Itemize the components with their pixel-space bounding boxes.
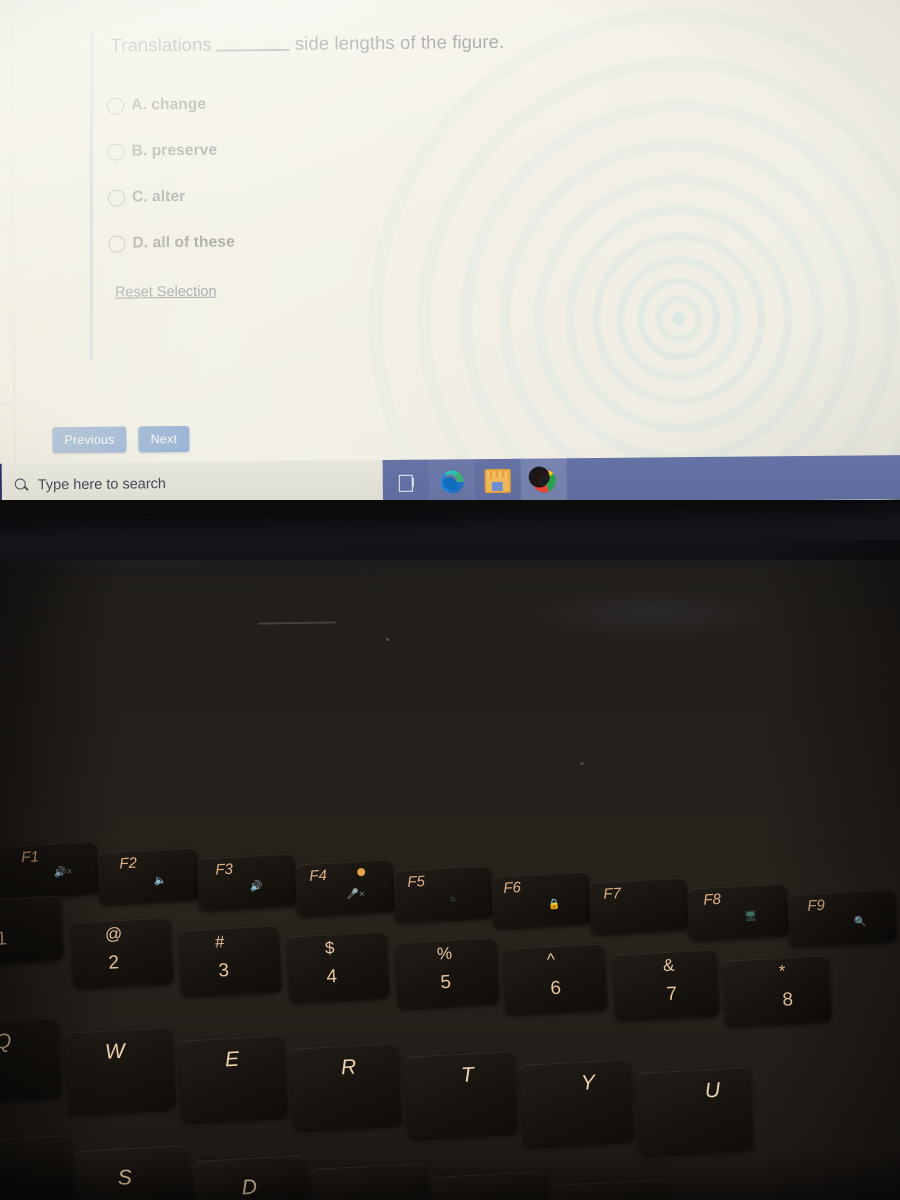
key-7[interactable]: & 7 [612, 949, 720, 1021]
deck-speck [580, 762, 584, 765]
mic-status-indicator [356, 867, 366, 877]
key-e[interactable]: E [177, 1035, 289, 1123]
key-f6[interactable]: F6 🔒 [490, 871, 592, 929]
microsoft-edge-icon [440, 469, 464, 494]
option-c-label: C. alter [131, 187, 186, 206]
search-placeholder: Type here to search [37, 476, 167, 494]
option-c[interactable]: C. alter [107, 187, 186, 207]
key-f3[interactable]: F3 🔊 [196, 853, 298, 911]
finger-shadow-overlay [528, 466, 550, 488]
quiz-navigation: Previous Next [52, 425, 190, 454]
volume-up-icon: 🔊 [249, 881, 264, 893]
key-f4[interactable]: F4 🎤× [294, 859, 396, 917]
deck-speck [386, 638, 389, 641]
key-4[interactable]: $ 4 [286, 931, 390, 1003]
google-chrome-button[interactable] [520, 458, 567, 503]
radio-button-c[interactable] [107, 189, 126, 207]
option-a[interactable]: A. change [107, 96, 206, 115]
question-suffix: side lengths of the figure. [294, 30, 505, 54]
next-button[interactable]: Next [138, 425, 190, 453]
key-y[interactable]: Y [519, 1059, 635, 1147]
answer-blank [215, 48, 290, 52]
task-view-icon [397, 474, 414, 492]
microsoft-edge-button[interactable] [428, 459, 475, 504]
brightness-icon: ☼ [447, 893, 458, 905]
microsoft-store-button[interactable] [475, 459, 521, 503]
laptop-photo-scene: › Translationsside lengths of the figure… [0, 0, 900, 1200]
volume-down-icon: 🔈 [153, 875, 168, 887]
option-b-label: B. preserve [131, 141, 218, 160]
search-icon [15, 478, 29, 492]
microsoft-store-icon [484, 468, 511, 494]
key-3[interactable]: # 3 [178, 925, 282, 997]
right-shadow [760, 540, 900, 1200]
task-view-button[interactable] [383, 460, 429, 504]
option-b[interactable]: B. preserve [107, 141, 218, 161]
option-d[interactable]: D. all of these [108, 233, 235, 253]
key-u[interactable]: U [635, 1067, 755, 1155]
previous-button[interactable]: Previous [52, 426, 127, 454]
question-accent-bar [89, 30, 94, 361]
lock-icon: 🔒 [547, 898, 562, 911]
key-t[interactable]: T [403, 1051, 519, 1139]
key-f5[interactable]: F5 ☼ [392, 865, 494, 923]
mic-mute-icon: 🎤× [346, 888, 365, 901]
key-r[interactable]: R [289, 1043, 403, 1131]
option-d-label: D. all of these [132, 233, 235, 252]
keyboard-bottom-shadow [0, 1150, 900, 1200]
screen-surface [0, 0, 900, 534]
reset-selection-link[interactable]: Reset Selection [115, 284, 217, 301]
key-5[interactable]: % 5 [394, 937, 500, 1009]
radio-button-d[interactable] [108, 235, 126, 253]
key-6[interactable]: ^ 6 [502, 943, 608, 1015]
laptop-screen: › Translationsside lengths of the figure… [0, 0, 900, 534]
option-a-label: A. change [131, 95, 207, 114]
left-shadow [0, 560, 120, 1200]
radio-button-a[interactable] [107, 97, 125, 115]
question-prefix: Translations [110, 33, 212, 56]
key-f7[interactable]: F7 [588, 877, 690, 935]
display-switch-icon: 🖥 [743, 911, 758, 923]
taskbar-icons [383, 458, 567, 504]
radio-button-b[interactable] [107, 143, 125, 161]
